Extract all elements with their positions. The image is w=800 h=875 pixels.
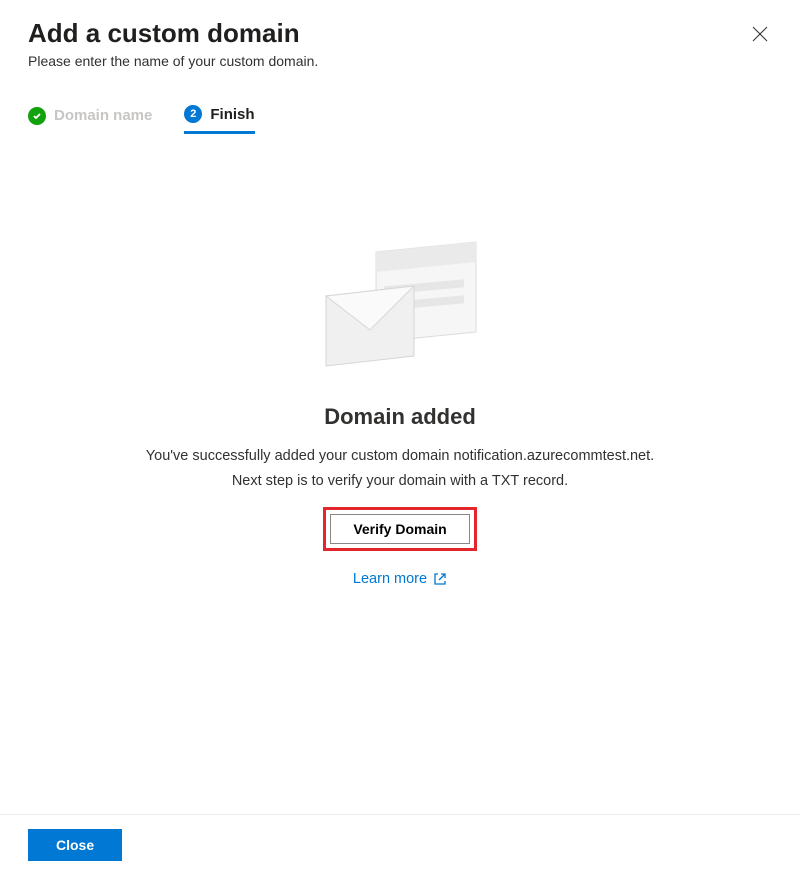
step-label: Finish [210, 106, 254, 123]
learn-more-link[interactable]: Learn more [353, 571, 447, 587]
message-line-2: Next step is to verify your domain with … [232, 473, 568, 489]
domain-added-illustration [310, 234, 490, 374]
message-line-1: You've successfully added your custom do… [146, 448, 654, 464]
panel-footer: Close [0, 814, 800, 875]
step-finish[interactable]: 2 Finish [184, 105, 254, 134]
highlight-box: Verify Domain [323, 507, 476, 551]
success-message: You've successfully added your custom do… [28, 444, 772, 493]
panel-title: Add a custom domain [28, 18, 318, 49]
verify-domain-button[interactable]: Verify Domain [330, 514, 469, 544]
step-number-icon: 2 [184, 105, 202, 123]
close-panel-button[interactable]: Close [28, 829, 122, 861]
checkmark-icon [28, 107, 46, 125]
step-label: Domain name [54, 107, 152, 124]
close-button[interactable] [748, 22, 772, 49]
learn-more-label: Learn more [353, 571, 427, 587]
step-domain-name[interactable]: Domain name [28, 105, 152, 134]
stepper: Domain name 2 Finish [28, 105, 772, 134]
external-link-icon [433, 572, 447, 586]
success-heading: Domain added [28, 404, 772, 430]
close-icon [752, 26, 768, 42]
panel-subtitle: Please enter the name of your custom dom… [28, 53, 318, 69]
